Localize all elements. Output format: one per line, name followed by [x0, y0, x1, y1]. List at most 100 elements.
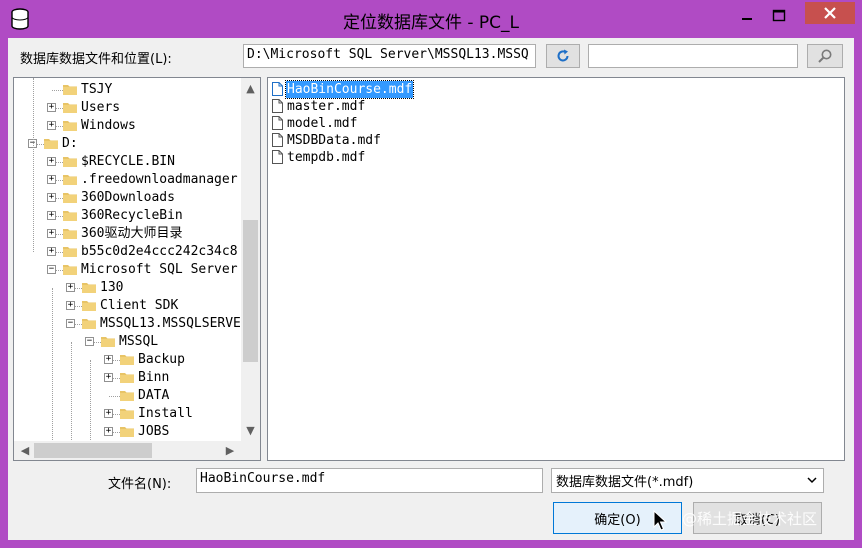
expand-icon[interactable]: + [66, 301, 75, 310]
tree-item-label: 360Downloads [81, 190, 175, 205]
tree-item-label: Microsoft SQL Server [81, 262, 238, 277]
tree-item[interactable]: +360RecycleBin [14, 207, 240, 225]
tree-vertical-scrollbar[interactable]: ▲ ▼ [241, 78, 260, 441]
folder-icon [120, 427, 134, 437]
filename-label: 文件名(N): [108, 477, 172, 492]
folder-tree[interactable]: TSJY + Users + Windows − D: + $RECYCLE.BIN + .free… [13, 77, 261, 461]
tree-item[interactable]: − MSSQL [14, 333, 240, 351]
tree-item[interactable]: + Client SDK [14, 297, 240, 315]
filetype-select[interactable]: 数据库数据文件(*.mdf) [551, 468, 824, 493]
tree-item[interactable]: + .freedownloadmanager [14, 171, 240, 189]
tree-item[interactable]: − MSSQL13.MSSQLSERVE [14, 315, 241, 333]
file-icon [272, 99, 283, 113]
dialog-window: 定位数据库文件 - PC_L 数据库数据文件和位置(L): D:\Microso… [0, 0, 862, 548]
expand-icon[interactable]: + [47, 229, 56, 238]
tree-item[interactable]: − D: [14, 135, 240, 153]
tree-item[interactable]: + Binn [14, 369, 240, 387]
tree-item-label: Install [138, 406, 193, 421]
tree-item[interactable]: + JOBS [14, 423, 240, 441]
tree-item-label: MSSQL13.MSSQLSERVE [100, 316, 241, 331]
scroll-up-arrow-icon[interactable]: ▲ [241, 82, 260, 95]
minimize-button[interactable] [733, 4, 761, 28]
search-input[interactable] [588, 44, 798, 68]
folder-icon [44, 139, 58, 149]
close-button[interactable] [805, 2, 855, 24]
folder-icon [63, 247, 77, 257]
filetype-selected-value: 数据库数据文件(*.mdf) [556, 475, 694, 490]
tree-item[interactable]: + Users [14, 99, 240, 117]
expand-icon[interactable]: + [104, 409, 113, 418]
tree-item-label: JOBS [138, 424, 170, 439]
file-icon [272, 116, 283, 130]
expand-icon[interactable]: + [47, 121, 56, 130]
folder-icon [82, 319, 96, 329]
folder-icon [63, 265, 77, 275]
expand-icon[interactable]: + [47, 247, 56, 256]
tree-connector [52, 90, 63, 91]
tree-item-label: Binn [138, 370, 170, 385]
folder-icon [63, 211, 77, 221]
tree-guide-line [90, 360, 91, 450]
expand-icon[interactable]: + [104, 427, 113, 436]
tree-item-label: Client SDK [100, 298, 179, 313]
tree-item[interactable]: TSJY [14, 81, 240, 99]
maximize-button[interactable] [765, 4, 793, 28]
file-item-label: master.mdf [287, 99, 366, 114]
expand-icon[interactable]: + [47, 103, 56, 112]
collapse-icon[interactable]: − [47, 265, 56, 274]
folder-icon [120, 391, 134, 401]
file-list[interactable]: HaoBinCourse.mdf master.mdf model.mdf MSDBD… [267, 77, 845, 461]
expand-icon[interactable]: + [47, 157, 56, 166]
tree-item-label: 130 [100, 280, 124, 295]
title-bar[interactable]: 定位数据库文件 - PC_L [0, 0, 862, 38]
refresh-icon [557, 49, 569, 62]
file-icon [272, 133, 283, 147]
tree-item[interactable]: DATA [14, 387, 240, 405]
tree-horizontal-scrollbar[interactable]: ◀ ▶ [14, 441, 241, 460]
tree-item-label: Backup [138, 352, 185, 367]
folder-icon [120, 355, 134, 365]
collapse-icon[interactable]: − [85, 337, 94, 346]
tree-item[interactable]: + b55c0d2e4ccc242c34c8 [14, 243, 240, 261]
tree-guide-line [71, 342, 72, 450]
tree-item-label: Users [81, 100, 121, 115]
tree-item[interactable]: − Microsoft SQL Server [14, 261, 240, 279]
collapse-icon[interactable]: − [66, 319, 75, 328]
folder-icon [63, 229, 77, 239]
folder-icon [63, 85, 77, 95]
dialog-body: 数据库数据文件和位置(L): D:\Microsoft SQL Server\M… [8, 38, 854, 540]
filename-input[interactable]: HaoBinCourse.mdf [196, 468, 543, 493]
tree-guide-line [52, 288, 53, 450]
path-input[interactable]: D:\Microsoft SQL Server\MSSQL13.MSSQ [243, 44, 536, 68]
tree-item[interactable]: +360Downloads [14, 189, 240, 207]
file-item-label: model.mdf [287, 116, 358, 131]
tree-item-label: b55c0d2e4ccc242c34c8 [81, 244, 238, 259]
folder-icon [82, 301, 96, 311]
tree-item[interactable]: +130 [14, 279, 240, 297]
expand-icon[interactable]: + [66, 283, 75, 292]
tree-item-label: MSSQL [119, 334, 159, 349]
tree-item[interactable]: + $RECYCLE.BIN [14, 153, 240, 171]
tree-item[interactable]: + Backup [14, 351, 240, 369]
file-item-label: tempdb.mdf [287, 150, 366, 165]
scroll-down-arrow-icon[interactable]: ▼ [241, 424, 260, 437]
watermark: @稀土掘金技术社区 [682, 510, 818, 528]
tree-item[interactable]: +360驱动大师目录 [14, 225, 240, 243]
scroll-right-arrow-icon[interactable]: ▶ [223, 444, 237, 457]
expand-icon[interactable]: + [47, 211, 56, 220]
expand-icon[interactable]: + [104, 373, 113, 382]
refresh-button[interactable] [546, 44, 580, 68]
folder-icon [120, 373, 134, 383]
scroll-left-arrow-icon[interactable]: ◀ [18, 444, 32, 457]
folder-icon [63, 175, 77, 185]
expand-icon[interactable]: + [47, 175, 56, 184]
search-button[interactable] [807, 44, 843, 68]
tree-horizontal-thumb[interactable] [34, 443, 152, 458]
expand-icon[interactable]: + [47, 193, 56, 202]
expand-icon[interactable]: + [104, 355, 113, 364]
tree-item[interactable]: + Windows [14, 117, 240, 135]
tree-vertical-thumb[interactable] [243, 220, 258, 362]
tree-item[interactable]: + Install [14, 405, 240, 423]
tree-item-label: TSJY [81, 82, 113, 97]
folder-icon [82, 283, 96, 293]
